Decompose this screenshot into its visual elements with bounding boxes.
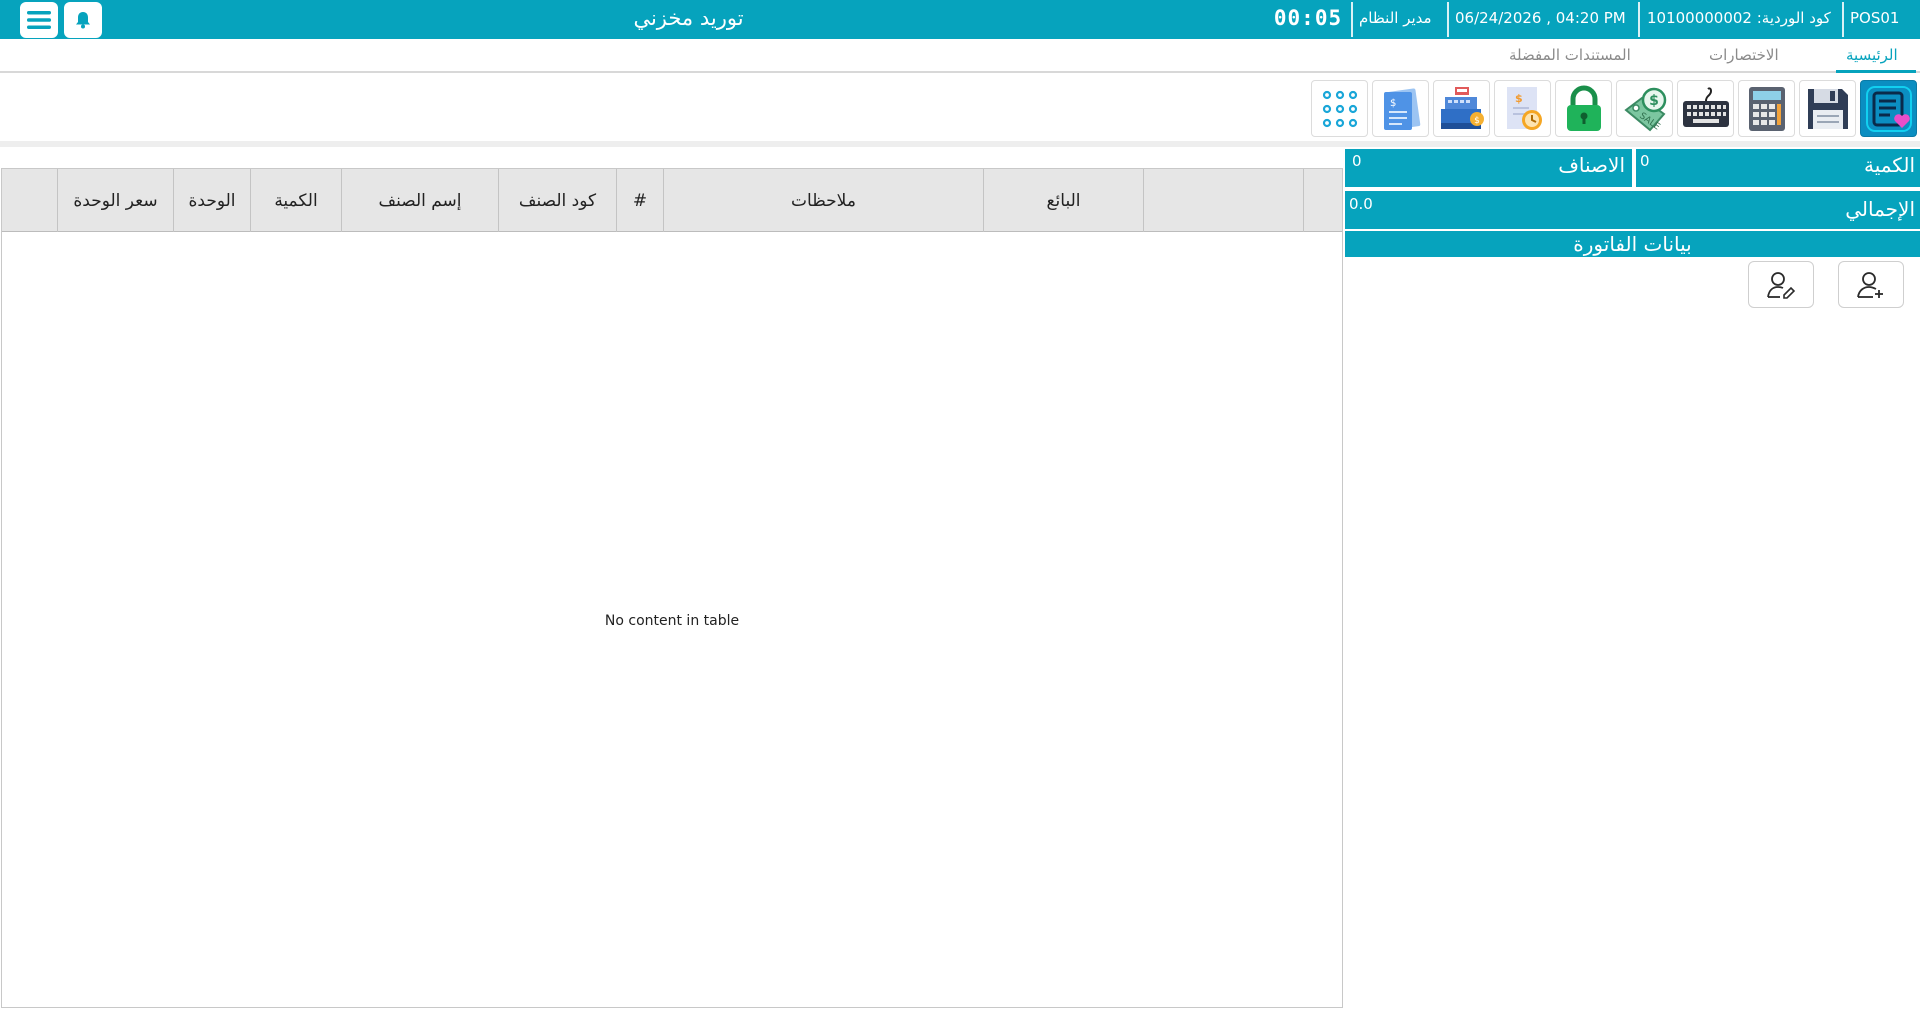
tab-favorite-documents[interactable]: المستندات المفضلة — [1509, 46, 1631, 64]
lock-button[interactable] — [1555, 80, 1612, 137]
svg-text:$: $ — [1474, 116, 1480, 126]
menu-button[interactable] — [20, 2, 58, 38]
numpad-icon — [1322, 90, 1357, 127]
quantity-value: 0 — [1640, 152, 1650, 170]
total-label: الإجمالي — [1845, 197, 1915, 221]
col-row-number[interactable]: # — [616, 169, 663, 232]
svg-text:$: $ — [1649, 93, 1659, 109]
lock-icon — [1566, 85, 1601, 131]
items-count-label: الاصناف — [1558, 153, 1625, 177]
toolbar: $ SALE $ $ $ — [0, 75, 1920, 147]
save-icon — [1807, 88, 1848, 129]
receipt-history-button[interactable]: $ — [1494, 80, 1551, 137]
col-item-name[interactable]: إسم الصنف — [341, 169, 498, 232]
separator — [1351, 2, 1353, 37]
tab-strip: الرئيسية الاختصارات المستندات المفضلة — [0, 39, 1920, 73]
notifications-button[interactable] — [64, 2, 102, 38]
separator — [1638, 2, 1640, 37]
total-box: 0.0 الإجمالي — [1345, 191, 1920, 229]
col-unit[interactable]: الوحدة — [173, 169, 250, 232]
col-item-code[interactable]: كود الصنف — [498, 169, 616, 232]
cash-register-button[interactable]: $ — [1433, 80, 1490, 137]
col-blank[interactable] — [1143, 169, 1303, 232]
sale-button[interactable]: $ SALE — [1616, 80, 1673, 137]
date-time: 06/24/2026 , 04:20 PM — [1455, 9, 1626, 27]
page-title: توريد مخزني — [633, 6, 744, 30]
save-button[interactable] — [1799, 80, 1856, 137]
svg-text:$: $ — [1515, 92, 1523, 105]
add-customer-button[interactable] — [1838, 261, 1904, 308]
col-unit-price[interactable]: سعر الوحدة — [57, 169, 173, 232]
empty-table-message: No content in table — [604, 613, 740, 629]
calculator-icon — [1748, 86, 1785, 131]
items-table: سعر الوحدة الوحدة الكمية إسم الصنف كود ا… — [1, 168, 1343, 1008]
items-count-box: 0 الاصناف — [1345, 149, 1632, 187]
documents-button[interactable]: $ — [1372, 80, 1429, 137]
total-value: 0.0 — [1349, 195, 1373, 213]
session-timer: 00:05 — [1273, 6, 1343, 30]
col-quantity[interactable]: الكمية — [250, 169, 341, 232]
numpad-button[interactable] — [1311, 80, 1368, 137]
col-notes[interactable]: ملاحظات — [663, 169, 983, 232]
edit-customer-button[interactable] — [1748, 261, 1814, 308]
separator — [1842, 2, 1844, 37]
keyboard-icon — [1682, 86, 1729, 127]
quantity-label: الكمية — [1863, 153, 1915, 177]
edit-user-icon — [1767, 271, 1796, 299]
tab-home[interactable]: الرئيسية — [1846, 46, 1898, 64]
user-name: مدير النظام — [1359, 9, 1432, 27]
invoice-data-header: بيانات الفاتورة — [1345, 231, 1920, 257]
col-blank[interactable] — [1303, 169, 1342, 232]
hamburger-menu-icon — [27, 11, 51, 29]
add-user-icon — [1857, 271, 1883, 298]
tab-shortcuts[interactable]: الاختصارات — [1709, 46, 1779, 64]
receipt-clock-icon: $ — [1506, 86, 1542, 130]
calculator-button[interactable] — [1738, 80, 1795, 137]
quantity-box: 0 الكمية — [1636, 149, 1920, 187]
svg-text:$: $ — [1390, 98, 1396, 109]
invoice-data-title: بيانات الفاتورة — [1573, 232, 1692, 256]
cash-register-icon: $ — [1440, 86, 1484, 129]
keyboard-button[interactable] — [1677, 80, 1734, 137]
bell-icon — [76, 12, 90, 29]
items-count-value: 0 — [1352, 152, 1362, 170]
favorites-list-icon — [1865, 85, 1912, 132]
active-tab-indicator — [1836, 70, 1916, 73]
top-bar: توريد مخزني 00:05 مدير النظام 06/24/2026… — [0, 0, 1920, 39]
col-seller[interactable]: البائع — [983, 169, 1143, 232]
sale-tag-icon: $ SALE — [1623, 87, 1666, 132]
shift-code: كود الوردية: 10100000002 — [1647, 9, 1831, 27]
separator — [1447, 2, 1449, 37]
pos-id: POS01 — [1850, 9, 1900, 27]
table-header: سعر الوحدة الوحدة الكمية إسم الصنف كود ا… — [2, 169, 1342, 232]
document-icon: $ — [1383, 87, 1420, 130]
favorites-button[interactable] — [1860, 80, 1917, 137]
